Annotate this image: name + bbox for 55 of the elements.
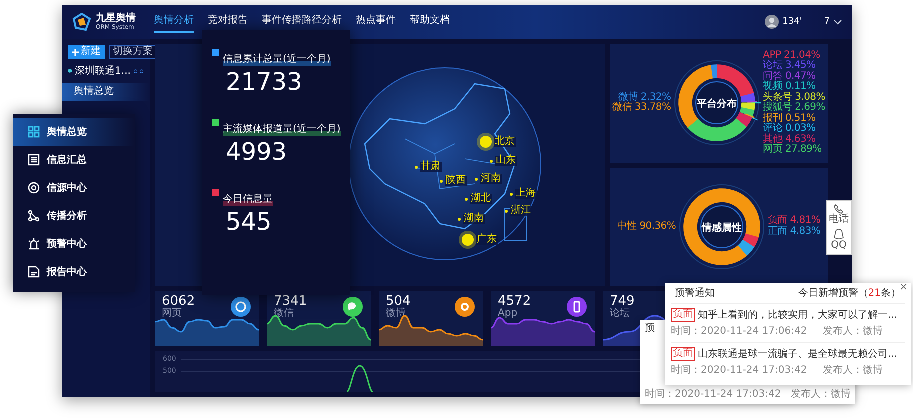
city-label: 浙江 xyxy=(510,206,532,216)
card-label: 论坛 xyxy=(610,308,631,320)
city-label: 山东 xyxy=(495,156,517,166)
city-label: 湖北 xyxy=(470,194,492,204)
slice-label: 视频 0.11% xyxy=(763,82,817,92)
notice-publisher: 发布人：微博 xyxy=(791,388,852,401)
slice-label: 正面 4.83% xyxy=(768,226,821,238)
popup-title: 预警通知 xyxy=(675,286,715,300)
card-label: 微信 xyxy=(274,308,295,320)
notice-time: 时间：2020-11-24 17:03:42 xyxy=(645,388,782,401)
chart-title: 平台分布 xyxy=(697,99,738,110)
logo-title: 九星舆情 xyxy=(96,14,136,24)
card-value: 504 xyxy=(386,295,411,309)
city-label: 上海 xyxy=(515,189,537,199)
slice-label: 其他 4.63% xyxy=(763,134,816,145)
popup-title: 预 xyxy=(645,323,655,335)
stat-value: 545 xyxy=(226,208,273,236)
city-label: 陕西 xyxy=(445,176,467,186)
city-label: 湖南 xyxy=(463,214,485,224)
slice-label: 中性 90.36% xyxy=(617,222,676,232)
notice-publisher: 发布人：微博 xyxy=(823,324,884,338)
slice-label: 微信 33.78% xyxy=(612,103,672,114)
card-value: 749 xyxy=(610,295,635,309)
notice-time: 时间：2020-11-24 17:03:42 xyxy=(671,364,808,377)
chart-title: 情感属性 xyxy=(702,222,742,234)
slice-label: 负面 4.81% xyxy=(768,216,821,226)
card-label: App xyxy=(498,308,519,320)
slice-label: 网页 27.89% xyxy=(763,145,823,156)
negative-tag: 负面 xyxy=(671,347,695,361)
stat-value: 21733 xyxy=(226,68,304,96)
notice-publisher: 发布人：微博 xyxy=(823,364,884,377)
slice-label: APP 21.04% xyxy=(763,50,822,61)
stat-label: 今日信息量 xyxy=(223,192,273,206)
card-value: 6062 xyxy=(162,295,196,309)
slice-label: 问答 0.47% xyxy=(763,72,817,82)
stat-label: 主流媒体报道量(近一个月) xyxy=(223,122,341,136)
city-label: 广东 xyxy=(476,235,498,245)
notice-time: 时间：2020-11-24 17:06:42 xyxy=(671,324,808,338)
slice-label: 头条号 3.08% xyxy=(763,92,826,103)
negative-tag: 负面 xyxy=(671,308,695,322)
city-label: 北京 xyxy=(494,137,516,147)
city-label: 甘肃 xyxy=(420,162,442,172)
stat-label: 信息累计总量(近一个月) xyxy=(223,52,331,66)
card-label: 网页 xyxy=(162,308,183,320)
city-label: 河南 xyxy=(480,174,502,184)
card-label: 微博 xyxy=(386,308,407,320)
slice-label: 微博 2.32% xyxy=(618,92,672,103)
slice-label: 评论 0.03% xyxy=(763,124,817,134)
card-value: 4572 xyxy=(498,295,532,309)
slice-label: 报刊 0.51% xyxy=(763,114,817,124)
stat-value: 4993 xyxy=(226,138,288,166)
user-name: 134' xyxy=(782,17,802,27)
slice-label: 论坛 3.45% xyxy=(763,61,817,72)
card-value: 7341 xyxy=(274,295,308,309)
slice-label: 搜狐号 2.69% xyxy=(763,103,826,114)
